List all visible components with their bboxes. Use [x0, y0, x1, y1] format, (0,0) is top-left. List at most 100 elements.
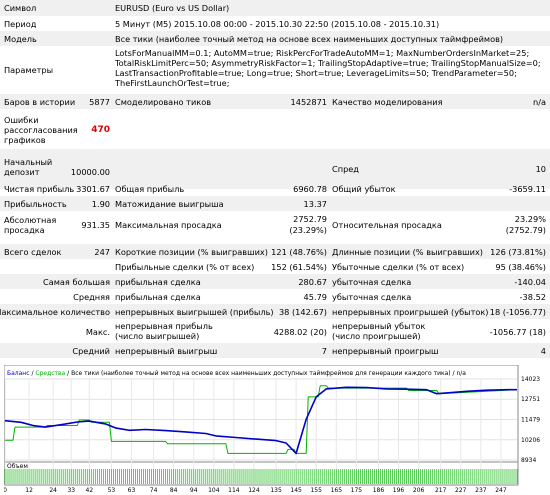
x-tick-label: 186: [373, 487, 385, 493]
rel-dd-value: 23.29%: [514, 214, 546, 224]
net-profit-label: Чистая прибыль: [4, 184, 75, 194]
max-count-row: Максимальное количество непрерывных выиг…: [0, 304, 550, 319]
quality-value: n/a: [533, 97, 546, 107]
largest-label: Самая большая: [42, 277, 110, 287]
x-tick-label: 145: [290, 487, 302, 493]
avg-cons-wins-value: 7: [321, 346, 327, 356]
avg-cons-losses-value: 4: [540, 346, 546, 356]
profit-factor-label: Прибыльность: [4, 199, 67, 209]
trades-row: Всего сделок 247 Короткие позиции (% выи…: [0, 244, 550, 259]
max-count-label: Максимальное количество: [0, 307, 110, 317]
profit-trades-label: Прибыльные сделки (% от всех): [115, 262, 255, 272]
rel-dd-amount: (2752.79): [505, 225, 546, 235]
avg-cons-losses-label: непрерывный проигрыш: [332, 346, 439, 356]
average-row: Средняя прибыльная сделка 45.79 убыточна…: [0, 289, 550, 304]
x-tick-label: 12: [25, 487, 33, 493]
profit-trades-value: 152 (61.54%): [271, 262, 327, 272]
period-label: Период: [4, 19, 37, 29]
ticks-label: Смоделировано тиков: [115, 97, 212, 107]
x-tick-label: 135: [270, 487, 282, 493]
legend-balance: Баланс: [7, 370, 30, 377]
avg-cons-wins-label: непрерывный выигрыш: [115, 346, 218, 356]
abs-dd-value: 931.35: [81, 220, 110, 230]
y-tick-label: 12751: [521, 396, 540, 403]
y-tick-label: 11479: [521, 416, 540, 423]
average-loss-value: -38.52: [519, 292, 546, 302]
x-tick-label: 104: [208, 487, 220, 493]
max-dd-percent: (23.29%): [289, 225, 327, 235]
x-tick-label: 84: [170, 487, 178, 493]
bars-row: Баров в истории 5877 Смоделировано тиков…: [0, 94, 550, 109]
params-line: TotalRiskLimitPerc=50; AsymmetryRiskFact…: [115, 58, 541, 68]
deposit-label: Начальный депозит: [4, 157, 53, 177]
max-cons-loss-value: -1056.77 (18): [489, 327, 546, 337]
gross-loss-label: Общий убыток: [332, 184, 396, 194]
period-value: 5 Минут (M5) 2015.10.08 00:00 - 2015.10.…: [115, 19, 440, 29]
volume-label: Объем: [7, 463, 28, 470]
expected-payoff-value: 13.37: [303, 199, 327, 209]
spread-label: Спред: [332, 164, 359, 174]
short-pos-label: Короткие позиции (% выигравших): [115, 247, 268, 257]
average-profit-value: 45.79: [303, 292, 327, 302]
total-trades-value: 247: [94, 247, 110, 257]
quality-label: Качество моделирования: [332, 97, 443, 107]
abs-dd-label: Абсолютная просадка: [4, 215, 57, 235]
symbol-row: Символ EURUSD (Euro vs US Dollar): [0, 0, 550, 16]
avg-label: Средний: [72, 346, 110, 356]
gross-profit-label: Общая прибыль: [115, 184, 185, 194]
average-label: Средняя: [73, 292, 110, 302]
max-dd-value: 2752.79: [293, 214, 327, 224]
x-tick-label: 114: [228, 487, 240, 493]
x-tick-label: 196: [393, 487, 405, 493]
avg-row: Средний непрерывный выигрыш 7 непрерывны…: [0, 343, 550, 358]
profit-factor-value: 1.90: [91, 199, 110, 209]
net-profit-value: 3301.67: [76, 184, 110, 194]
balance-chart-svg: 14023 12751 11479 10206 8934 0 12 24 33 42 53 63 74 8…: [3, 364, 540, 494]
x-tick-label: 74: [150, 487, 158, 493]
x-tick-label: 217: [435, 487, 447, 493]
max-cons-loss-label: непрерывный убыток (число проигрышей): [332, 321, 426, 341]
win-loss-row: Прибыльные сделки (% от всех) 152 (61.54…: [0, 259, 550, 274]
period-row: Период 5 Минут (M5) 2015.10.08 00:00 - 2…: [0, 16, 550, 31]
svg-text:Баланс / Средств: Баланс / Средства / Все тики (наиболее т…: [7, 370, 466, 377]
largest-loss-value: -140.04: [514, 277, 546, 287]
x-tick-label: 24: [49, 487, 57, 493]
balance-chart: 14023 12751 11479 10206 8934 0 12 24 33 42 53 63 74 8…: [3, 364, 548, 494]
short-pos-value: 121 (48.76%): [271, 247, 327, 257]
max-cons-profit-value: 4288.02 (20): [273, 327, 327, 337]
x-tick-label: 155: [310, 487, 322, 493]
symbol-value: EURUSD (Euro vs US Dollar): [115, 3, 230, 13]
legend-equity: Средства: [35, 370, 65, 377]
max-label: Макс.: [85, 327, 110, 337]
largest-profit-label: прибыльная сделка: [115, 277, 201, 287]
long-pos-value: 126 (73.81%): [490, 247, 546, 257]
model-row: Модель Все тики (наиболее точный метод н…: [0, 31, 550, 46]
x-tick-label: 33: [67, 487, 75, 493]
symbol-label: Символ: [4, 3, 37, 13]
drawdown-row: Абсолютная просадка 931.35 Максимальная …: [0, 211, 550, 239]
loss-trades-label: Убыточные сделки (% от всех): [332, 262, 465, 272]
loss-trades-value: 95 (38.46%): [495, 262, 546, 272]
max-cons-wins-label: непрерывных выигрышей (прибыль): [115, 307, 274, 317]
max-row: Макс. непрерывная прибыль (число выигрыш…: [0, 319, 550, 343]
max-cons-profit-label: непрерывная прибыль (число выигрышей): [115, 321, 213, 341]
params-line: TheFirstLaunchOrTest=true;: [115, 78, 230, 88]
total-trades-label: Всего сделок: [4, 247, 62, 257]
ticks-value: 1452871: [290, 97, 327, 107]
x-tick-label: 206: [413, 487, 425, 493]
gross-profit-value: 6960.78: [293, 184, 327, 194]
params-line: LotsForManualMM=0.1; AutoMM=true; RiskPe…: [115, 48, 530, 58]
profit-row: Чистая прибыль 3301.67 Общая прибыль 696…: [0, 180, 550, 196]
y-tick-label: 10206: [521, 437, 540, 444]
factor-row: Прибыльность 1.90 Матожидание выигрыша 1…: [0, 196, 550, 211]
x-tick-label: 165: [331, 487, 343, 493]
legend-note: Все тики (наиболее точный метод на основ…: [71, 370, 466, 377]
y-tick-label: 8934: [521, 457, 536, 464]
average-loss-label: убыточная сделка: [332, 292, 412, 302]
x-tick-label: 175: [351, 487, 363, 493]
params-line: LastTransactionProfitable=true; Long=tru…: [115, 68, 517, 78]
average-profit-label: прибыльная сделка: [115, 292, 201, 302]
report-table: Символ EURUSD (Euro vs US Dollar) Период…: [0, 0, 550, 358]
errors-value: 470: [91, 125, 110, 135]
largest-row: Самая большая прибыльная сделка 280.67 у…: [0, 274, 550, 289]
